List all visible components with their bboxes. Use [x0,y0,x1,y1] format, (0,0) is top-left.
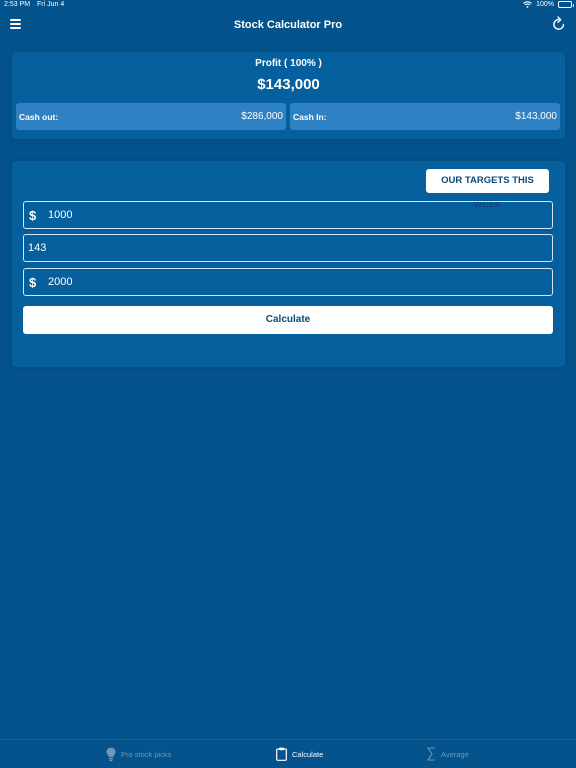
our-targets-button[interactable]: OUR TARGETS THIS WEEK [426,169,549,210]
profit-label: Profit ( 100% ) [255,58,322,69]
cash-in-value: $143,000 [515,111,557,122]
profit-value: $143,000 [257,76,320,93]
tab-label: Pro stock picks [121,750,172,759]
sigma-icon [427,747,436,761]
clipboard-icon [276,747,287,761]
profit-summary-card: Profit ( 100% ) $143,000 Cash out: $286,… [12,52,565,139]
refresh-icon[interactable] [552,16,566,37]
battery-icon [558,1,574,8]
tab-label: Average [441,749,469,759]
shares-field[interactable]: 143 [23,234,553,262]
status-time: 2:53 PM [4,1,31,8]
page-title: Stock Calculator Pro [233,19,343,31]
shares-value: 143 [28,242,47,254]
sell-price-field[interactable]: $ 2000 [23,268,553,296]
sell-price-value: 2000 [48,276,73,288]
wifi-icon [523,1,532,8]
cash-in-box: Cash In: $143,000 [290,103,560,130]
cash-out-box: Cash out: $286,000 [16,103,286,130]
cash-out-label: Cash out: [19,112,59,122]
battery-percent: 100% [536,1,554,8]
tab-pro-stock-picks[interactable]: Pro stock picks [106,747,171,762]
cash-out-value: $286,000 [241,111,283,122]
dollar-icon: $ [29,274,37,290]
lightbulb-icon [106,747,116,762]
calculator-card: OUR TARGETS THIS WEEK $ 1000 143 $ 2000 … [12,161,565,367]
status-indicators: 100% [523,1,574,8]
tab-calculate[interactable]: Calculate [276,747,323,761]
nav-bar: Stock Calculator Pro [0,12,576,40]
tab-label: Calculate [292,749,324,759]
status-date: Fri Jun 4 [37,1,65,8]
cash-in-label: Cash In: [293,112,327,122]
tab-average[interactable]: Average [427,747,469,761]
buy-price-field[interactable]: $ 1000 [23,201,553,229]
dollar-icon: $ [29,207,37,223]
tab-bar: Pro stock picks Calculate Average [0,739,576,768]
buy-price-value: 1000 [48,209,73,221]
calculate-button[interactable]: Calculate [23,306,553,334]
status-bar: 2:53 PM Fri Jun 4 100% [0,0,576,12]
